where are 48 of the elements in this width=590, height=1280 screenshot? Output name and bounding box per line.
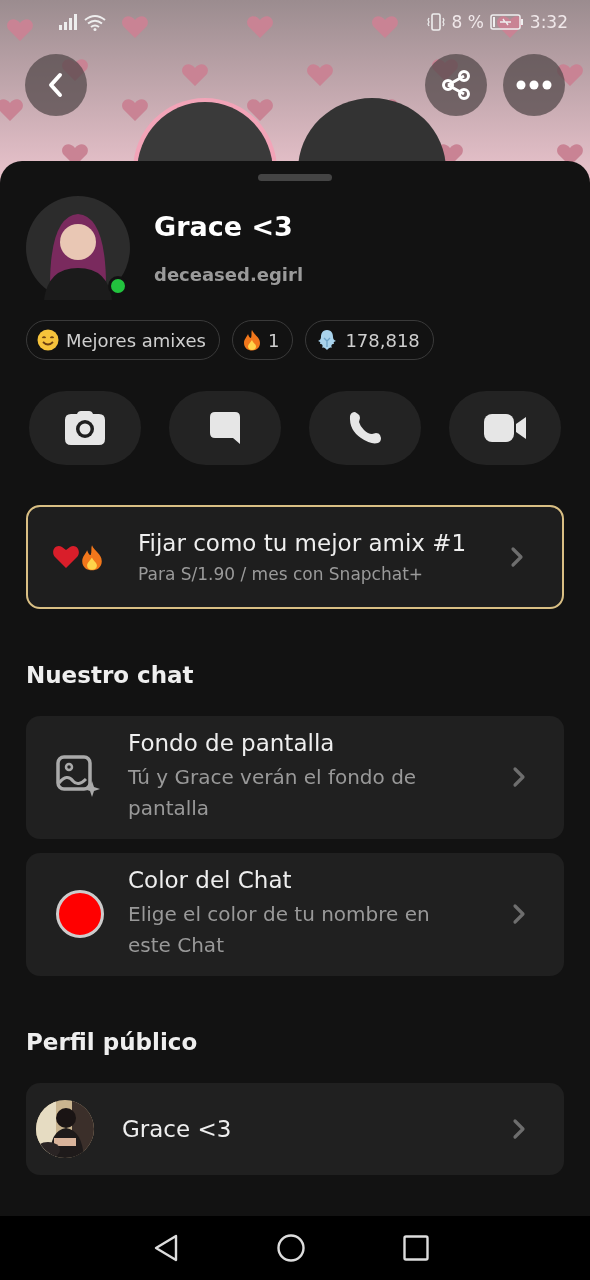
camera-icon [64, 410, 106, 447]
battery-percent: 8 % [451, 12, 484, 32]
clock-time: 3:32 [529, 12, 568, 32]
recents-nav-icon[interactable] [403, 1235, 429, 1262]
fire-icon [242, 329, 261, 352]
settings-row[interactable]: Fondo de pantalla Tú y Grace verán el fondo de pantalla [26, 716, 564, 840]
heart-icon [0, 99, 23, 121]
display-name: Grace <3 [154, 211, 294, 243]
heart-icon [247, 16, 273, 38]
share-icon [439, 68, 473, 102]
video-camera-icon [483, 413, 527, 444]
chevron-icon [512, 1118, 526, 1141]
heart-icon [52, 545, 80, 570]
best-friend-promo-card[interactable]: Fijar como tu mejor amix #1 Para S/1.90 / mes con Snapchat+ [26, 505, 564, 610]
row-description: Elige el color de tu nombre en este Chat [128, 901, 431, 960]
heart-icon [497, 16, 523, 38]
chevron-icon [512, 903, 526, 926]
smiley-icon [37, 329, 59, 352]
heart-icon [7, 19, 33, 41]
section-heading: Perfil público [26, 1029, 199, 1056]
heart-icon [307, 64, 333, 86]
battery-charging-icon [489, 14, 524, 30]
promo-title: Fijar como tu mejor amix #1 [138, 530, 468, 557]
drag-handle[interactable] [258, 174, 332, 182]
row-title: Color del Chat [128, 867, 293, 894]
fire-icon [81, 543, 103, 571]
username: deceased.egirl [154, 264, 304, 286]
chat-bubble-icon [209, 411, 241, 446]
more-icon [516, 80, 552, 90]
vibrate-icon [427, 13, 446, 31]
chevron-icon [512, 766, 526, 789]
settings-row[interactable]: Grace <3 [26, 1083, 564, 1176]
promo-subtitle: Para S/1.90 / mes con Snapchat+ [138, 564, 425, 585]
back-nav-icon[interactable] [153, 1234, 179, 1263]
chevron-icon [510, 546, 524, 569]
row-title: Grace <3 [122, 1116, 233, 1143]
heart-icon [122, 16, 148, 38]
section-heading: Nuestro chat [26, 662, 195, 689]
heart-icon [182, 64, 208, 86]
home-nav-icon[interactable] [277, 1234, 305, 1263]
row-description: Tú y Grace verán el fondo de pantalla [128, 764, 418, 823]
heart-icon [122, 99, 148, 121]
signal-icon [58, 14, 78, 30]
row-title: Fondo de pantalla [128, 730, 336, 757]
settings-row[interactable]: Color del Chat Elige el color de tu nombre en este Chat [26, 853, 564, 977]
heart-icon [372, 16, 398, 38]
wifi-icon [84, 13, 106, 31]
heart-icon [247, 99, 273, 121]
